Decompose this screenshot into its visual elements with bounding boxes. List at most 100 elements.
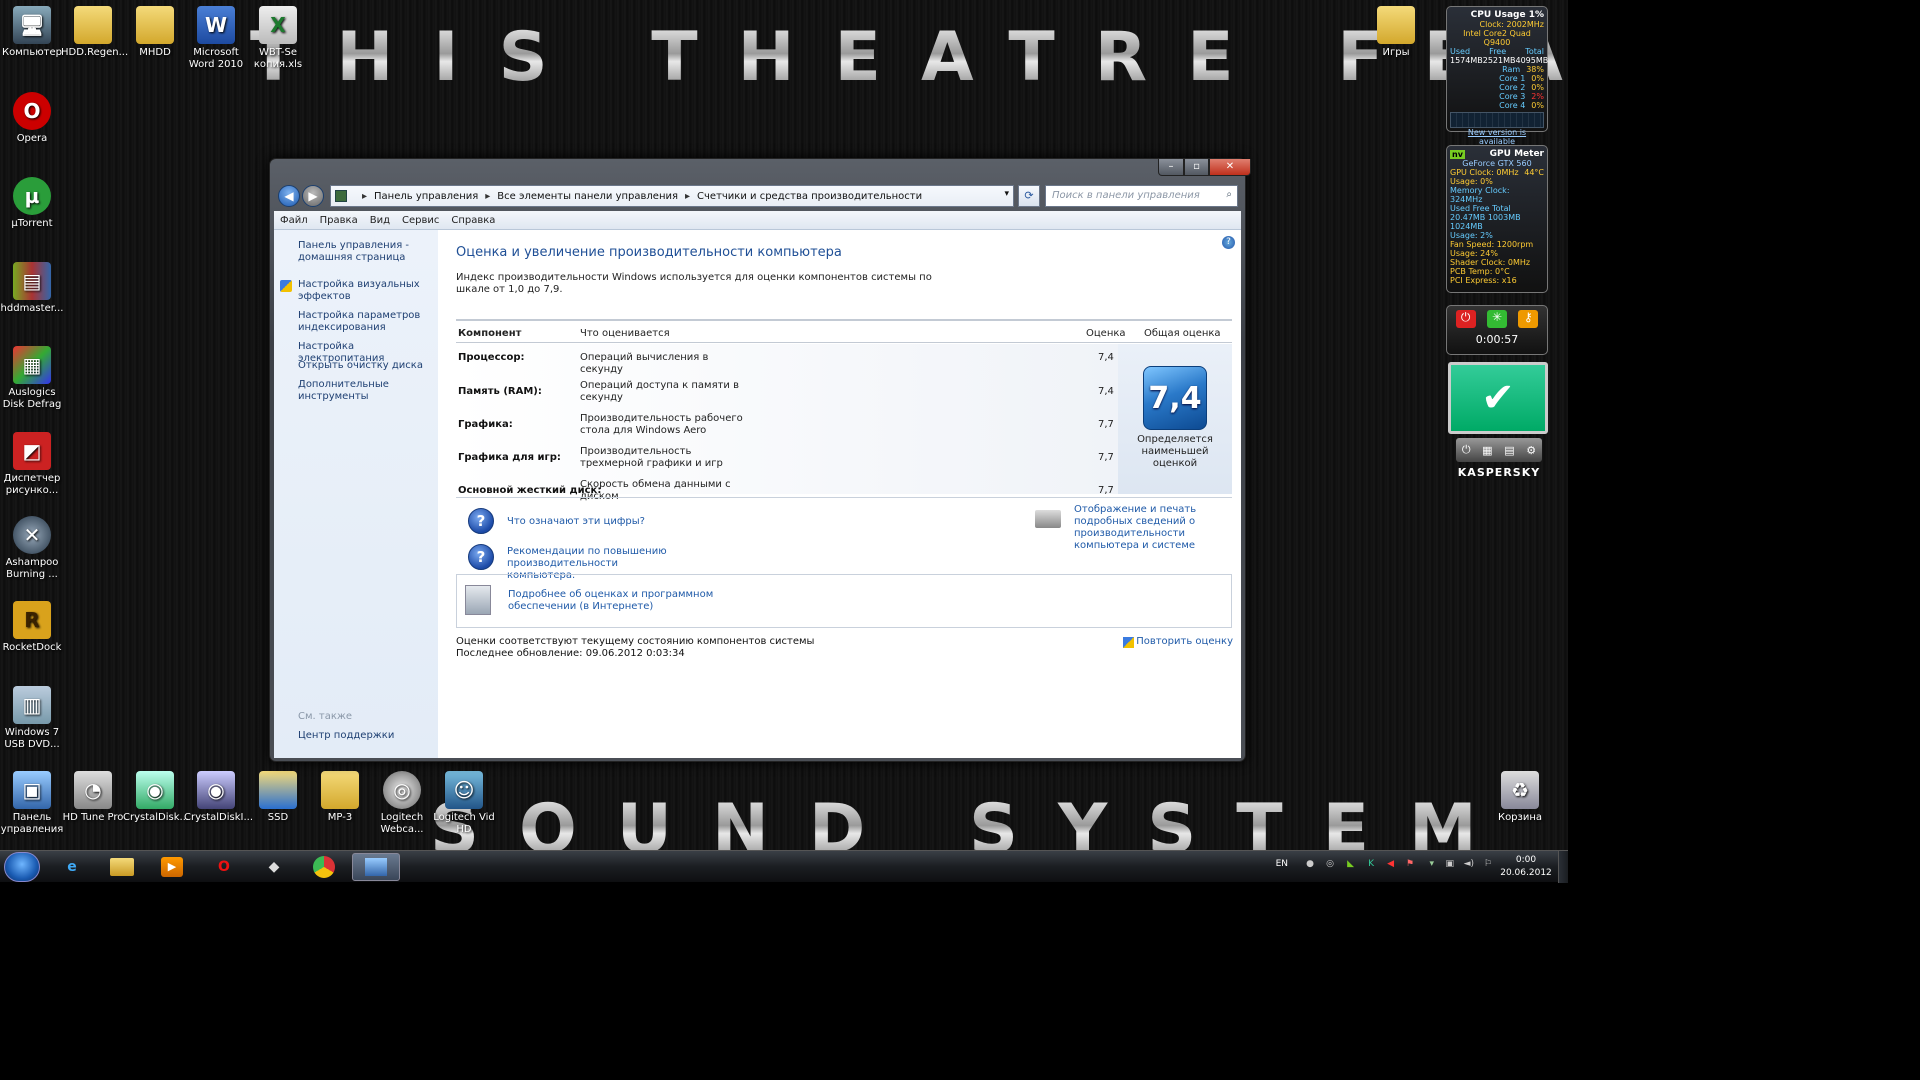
desktop-icon-mhdd[interactable]: MHDD xyxy=(123,6,187,59)
desktop-icon-recycle-bin[interactable]: ♻ Корзина xyxy=(1488,771,1552,824)
network-icon[interactable]: ▣ xyxy=(1445,859,1454,869)
explorer-icon xyxy=(110,858,134,876)
link-print-details[interactable]: Отображение и печать подробных сведений … xyxy=(1074,504,1234,552)
link-visual-effects[interactable]: Настройка визуальных эффектов xyxy=(298,279,432,303)
desktop-icon-hddmaster[interactable]: ▤ hddmaster... xyxy=(0,262,64,315)
minimize-button[interactable]: – xyxy=(1158,159,1184,176)
desktop-icon-hddregen[interactable]: HDD.Regen... xyxy=(61,6,128,59)
folder-icon xyxy=(321,771,359,809)
back-button[interactable]: ◀ xyxy=(278,185,300,207)
breadcrumb-item[interactable]: Счетчики и средства производительности xyxy=(697,191,922,202)
row-what: Операций вычисления в секунду xyxy=(580,352,709,375)
ashampoo-icon: ✕ xyxy=(13,516,51,554)
steam-icon[interactable]: ◎ xyxy=(1326,859,1334,869)
performance-window: – ▫ ✕ ◀ ▶ ▸ Панель управления ▸ Все элем… xyxy=(269,158,1251,762)
cpu-row-value: 0% xyxy=(1531,74,1544,83)
show-desktop-button[interactable] xyxy=(1558,851,1568,883)
chevron-down-icon[interactable]: ▾ xyxy=(1004,189,1009,199)
link-advanced-tools[interactable]: Дополнительные инструменты xyxy=(298,379,432,403)
window-content: Панель управления - домашняя страница На… xyxy=(274,230,1241,758)
desktop-icon-mp3[interactable]: MP-3 xyxy=(308,771,372,824)
desktop-icon-crystaldisk[interactable]: ◉ CrystalDisk... xyxy=(123,771,189,824)
desktop-icon-label: Корзина xyxy=(1497,812,1543,823)
calendar-icon[interactable]: ▦ xyxy=(1482,444,1492,457)
row-score: 7,7 xyxy=(1098,452,1114,463)
breadcrumb-item[interactable]: Все элементы панели управления xyxy=(497,191,678,202)
link-action-center[interactable]: Центр поддержки xyxy=(298,730,432,742)
menu-help[interactable]: Справка xyxy=(445,215,501,226)
desktop-icon-opera[interactable]: O Opera xyxy=(0,92,64,145)
utorrent-icon: µ xyxy=(13,177,51,215)
forward-button[interactable]: ▶ xyxy=(302,185,324,207)
taskbar-media-player[interactable]: ▶ xyxy=(148,853,196,881)
taskbar-explorer[interactable] xyxy=(98,853,146,881)
lock-icon[interactable]: ⚷ xyxy=(1518,310,1539,328)
desktop-icon-logitech-webcam[interactable]: ◎ Logitech Webca... xyxy=(370,771,434,836)
kaspersky-tray-icon[interactable]: K xyxy=(1368,859,1374,869)
maximize-button[interactable]: ▫ xyxy=(1184,159,1209,176)
power-icon[interactable]: ⏻ xyxy=(1455,310,1476,328)
power-icon[interactable]: ⏻ xyxy=(1462,443,1471,457)
shutdown-timer-gadget[interactable]: ⏻ ✳ ⚷ 0:00:57 xyxy=(1446,305,1548,355)
taskbar-ie[interactable]: e xyxy=(48,853,96,881)
tray-app-icon[interactable]: ● xyxy=(1306,859,1314,869)
restart-icon[interactable]: ✳ xyxy=(1486,310,1507,328)
picture-manager-icon: ◩ xyxy=(13,432,51,470)
desktop-icon-games[interactable]: Игры xyxy=(1364,6,1428,59)
desktop-icon-rocketdock[interactable]: R RocketDock xyxy=(0,601,64,654)
desktop-icon-hdtune[interactable]: ◔ HD Tune Pro xyxy=(61,771,125,824)
taskbar-fox-app[interactable]: ◆ xyxy=(250,853,298,881)
taskbar-control-panel[interactable] xyxy=(352,853,400,881)
address-bar[interactable]: ▸ Панель управления ▸ Все элементы панел… xyxy=(330,185,1014,207)
close-button[interactable]: ✕ xyxy=(1209,159,1251,176)
gpu-meter-gadget[interactable]: nv GPU Meter GeForce GTX 560 GPU Clock: … xyxy=(1446,145,1548,293)
refresh-button[interactable]: ⟳ xyxy=(1018,185,1040,207)
kaspersky-gadget[interactable]: ✔ ⏻ ▦ ▤ ⚙ KASPERSKY xyxy=(1448,362,1550,494)
desktop-icon-excel[interactable]: X WBT-Se копия.xls xyxy=(246,6,310,71)
cpu-usage-gadget[interactable]: CPU Usage 1% Clock: 2002MHz Intel Core2 … xyxy=(1446,6,1548,146)
menu-view[interactable]: Вид xyxy=(364,215,396,226)
desktop-icon-ssd[interactable]: SSD xyxy=(246,771,310,824)
desktop-icon-label: Auslogics Disk Defrag xyxy=(2,387,62,410)
search-input[interactable]: Поиск в панели управления ⌕ xyxy=(1045,185,1238,207)
clock[interactable]: 0:00 20.06.2012 xyxy=(1496,854,1556,880)
menu-file[interactable]: Файл xyxy=(274,215,314,226)
link-what-numbers-mean[interactable]: Что означают эти цифры? xyxy=(507,516,645,528)
menu-edit[interactable]: Правка xyxy=(314,215,364,226)
desktop-icon-word[interactable]: W Microsoft Word 2010 xyxy=(184,6,248,71)
report-icon[interactable]: ▤ xyxy=(1504,444,1514,457)
desktop-icon-label: HD Tune Pro xyxy=(62,812,124,823)
desktop-icon-ashampoo[interactable]: ✕ Ashampoo Burning ... xyxy=(0,516,64,581)
cpu-update-link[interactable]: New version is available xyxy=(1450,128,1544,146)
link-control-panel-home[interactable]: Панель управления - домашняя страница xyxy=(298,240,432,264)
action-center-icon[interactable]: ⚑ xyxy=(1406,859,1414,869)
speaker-mute-icon[interactable]: ◀ xyxy=(1387,859,1394,869)
rerun-assessment[interactable]: Повторить оценку xyxy=(1123,636,1233,648)
link-indexing-options[interactable]: Настройка параметров индексирования xyxy=(298,310,432,334)
breadcrumb-item[interactable]: Панель управления xyxy=(374,191,478,202)
help-icon[interactable]: ? xyxy=(1222,236,1235,249)
desktop-icon-control-panel[interactable]: ▣ Панель управления xyxy=(0,771,64,836)
kaspersky-logo: KASPERSKY xyxy=(1457,466,1541,479)
nvidia-tray-icon[interactable]: ◣ xyxy=(1347,859,1354,869)
menu-tools[interactable]: Сервис xyxy=(396,215,445,226)
link-disk-cleanup[interactable]: Открыть очистку диска xyxy=(298,360,432,372)
desktop-icon-auslogics[interactable]: ▦ Auslogics Disk Defrag xyxy=(0,346,64,411)
taskbar-chrome[interactable] xyxy=(300,853,348,881)
safely-remove-icon[interactable]: ▾ xyxy=(1429,859,1434,869)
desktop-icon-crystaldiskinfo[interactable]: ◉ CrystalDiskI... xyxy=(184,771,253,824)
desktop-icon-logitech-vid[interactable]: ☺ Logitech Vid HD xyxy=(432,771,496,836)
link-rerun-assessment[interactable]: Повторить оценку xyxy=(1136,636,1233,648)
volume-icon[interactable]: ◄) xyxy=(1464,859,1474,869)
desktop-icon-usb-dvd[interactable]: ▥ Windows 7 USB DVD... xyxy=(0,686,64,751)
language-indicator[interactable]: EN xyxy=(1276,859,1288,869)
desktop-icon-picture-manager[interactable]: ◩ Диспетчер рисунко... xyxy=(0,432,64,497)
link-online-info[interactable]: Подробнее об оценках и программном обесп… xyxy=(508,589,718,613)
desktop-icon-utorrent[interactable]: µ µTorrent xyxy=(0,177,64,230)
taskbar-opera[interactable]: O xyxy=(200,853,248,881)
desktop-icon-computer[interactable]: 🖥 Компьютер xyxy=(0,6,64,59)
crystaldiskinfo-icon: ◉ xyxy=(197,771,235,809)
flag-icon[interactable]: ⚐ xyxy=(1484,859,1492,869)
start-button[interactable] xyxy=(4,852,40,882)
gear-icon[interactable]: ⚙ xyxy=(1526,444,1536,457)
